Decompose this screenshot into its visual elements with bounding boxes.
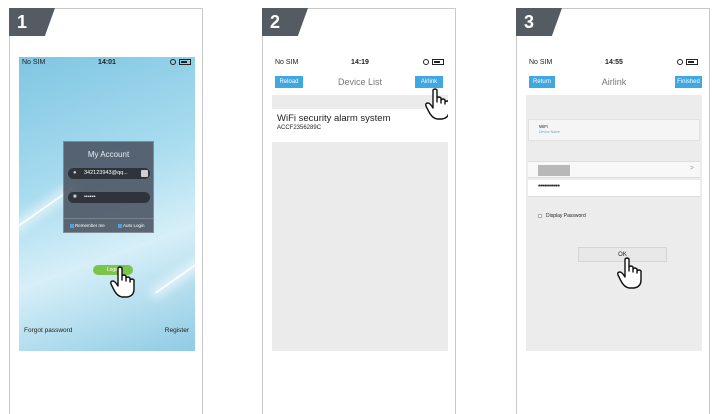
status-time: 14:01 [98,59,116,66]
wifi-network-select[interactable]: > [528,161,700,178]
wifi-sublabel: Device Name [539,130,561,134]
rotation-lock-icon [170,59,176,65]
forgot-password-link[interactable]: Forgot password [24,327,72,334]
password-value: •••••• [84,194,96,200]
register-link[interactable]: Register [165,327,189,334]
remember-me-label: Remember me [75,223,105,228]
status-icons [677,59,698,65]
display-password-checkbox[interactable]: Display Password [538,213,586,219]
step-1-panel: 1 No SIM 14:01 My Account ● 342123943@qq… [9,8,203,414]
checkbox-icon [118,223,122,228]
step-badge [516,8,562,36]
pointing-hand-icon [424,87,448,121]
return-button[interactable]: Return [529,76,555,88]
status-time: 14:19 [351,59,369,66]
battery-icon [432,59,444,65]
account-input[interactable]: ● 342123943@qq... [68,168,150,179]
rotation-lock-icon [677,59,683,65]
account-value: 342123943@qq... [84,170,128,176]
status-bar: No SIM 14:19 [272,57,448,71]
user-icon: ● [73,170,77,176]
device-list-item[interactable]: WiFi security alarm system ACCF2356289C [272,109,448,142]
battery-icon [179,59,191,65]
wifi-info: WiFi Device Name [528,119,700,141]
display-password-label: Display Password [546,213,586,219]
chevron-right-icon: > [689,165,694,172]
auto-login-label: Auto Login [123,223,145,228]
status-bar: No SIM 14:01 [19,57,195,71]
step-number: 2 [270,12,281,32]
auto-login-checkbox[interactable]: Auto Login [118,223,145,228]
pointing-hand-icon [109,265,137,299]
step-number: 3 [524,12,535,32]
account-card-title: My Account [87,150,130,159]
step-3-panel: 3 No SIM 14:55 Airlink Return Finished W… [516,8,710,414]
password-input[interactable]: ■ •••••• [68,192,150,203]
step-badge [9,8,55,36]
step-2-panel: 2 No SIM 14:19 Device List Reload Airlin… [262,8,456,414]
step-badge [262,8,308,36]
wifi-password-value: ••••••••••• [538,183,560,190]
rotation-lock-icon [423,59,429,65]
ssid-redacted [538,165,570,176]
status-icons [170,59,191,65]
status-icons [423,59,444,65]
battery-icon [686,59,698,65]
login-screen: No SIM 14:01 My Account ● 342123943@qq..… [19,57,195,351]
remember-me-checkbox[interactable]: Remember me [70,223,105,228]
light-streak [154,252,195,294]
reload-button[interactable]: Reload [275,76,303,88]
status-time: 14:55 [605,59,623,66]
wifi-label: WiFi [539,124,548,129]
airlink-screen: No SIM 14:55 Airlink Return Finished WiF… [526,57,702,351]
account-card: My Account ● 342123943@qq... ■ •••••• Re… [63,141,154,233]
device-name: WiFi security alarm system [277,113,391,124]
finished-button[interactable]: Finished [675,76,702,88]
device-id: ACCF2356289C [277,125,322,131]
checkbox-icon [70,223,74,228]
wifi-password-input[interactable]: ••••••••••• [528,180,700,197]
login-options: Remember me Auto Login [64,218,153,232]
checkbox-icon [538,214,542,218]
pointing-hand-icon [616,256,644,290]
step-number: 1 [17,12,28,32]
account-dropdown-icon[interactable] [141,170,148,177]
lock-icon: ■ [73,194,77,200]
device-list-screen: No SIM 14:19 Device List Reload Airlink … [272,57,448,351]
status-bar: No SIM 14:55 [526,57,702,71]
